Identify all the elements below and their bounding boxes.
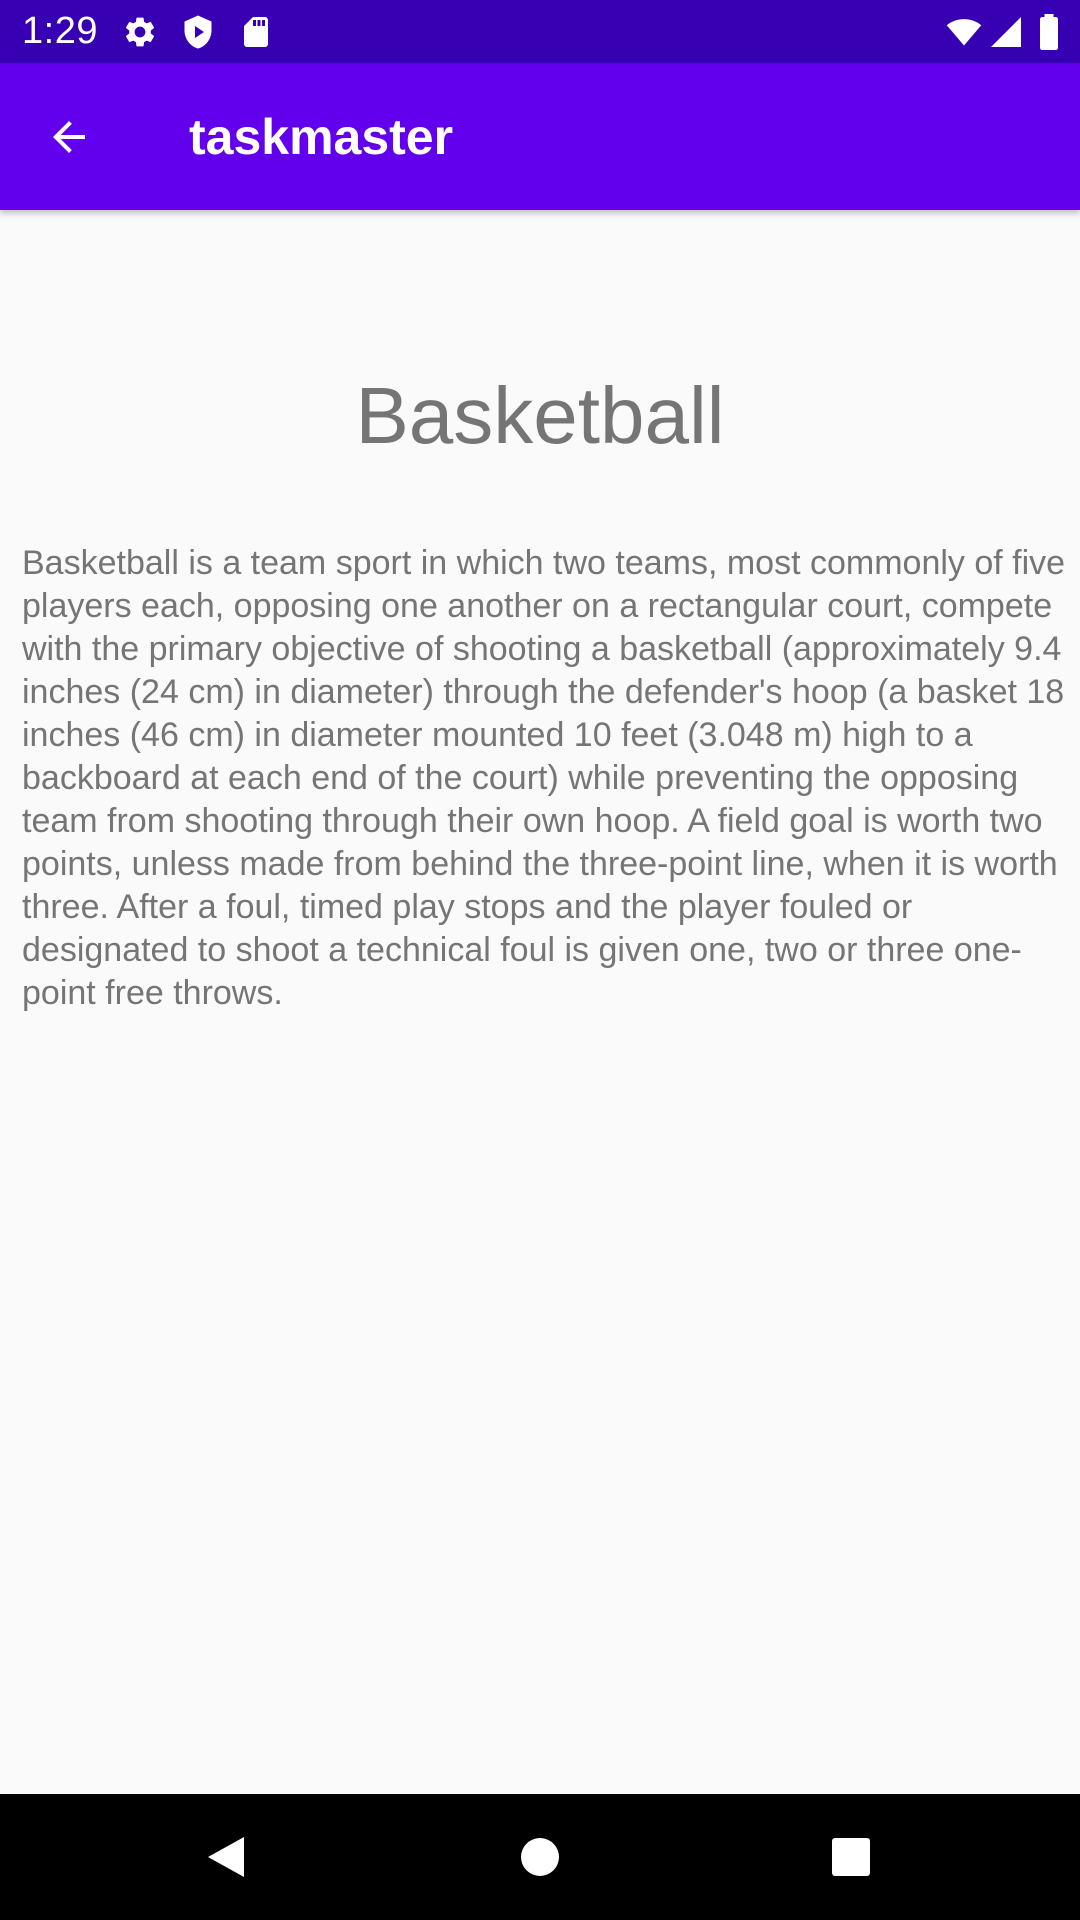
back-button[interactable] — [36, 104, 102, 170]
nav-home-button[interactable] — [510, 1827, 570, 1887]
settings-gear-icon — [122, 14, 158, 50]
wifi-icon — [944, 14, 984, 50]
task-detail: Basketball Basketball is a team sport in… — [0, 210, 1080, 1794]
nav-recents-button[interactable] — [821, 1827, 881, 1887]
arrow-back-icon — [53, 121, 85, 153]
app-bar: taskmaster — [0, 63, 1080, 210]
battery-icon — [1036, 14, 1062, 50]
cellular-signal-icon — [988, 14, 1024, 50]
nav-back-button[interactable] — [196, 1827, 256, 1887]
back-triangle-icon — [208, 1837, 244, 1877]
home-circle-icon — [521, 1838, 559, 1876]
app-title: taskmaster — [189, 109, 454, 165]
status-time: 1:29 — [22, 10, 98, 52]
sd-card-icon — [238, 14, 274, 50]
task-body: Basketball is a team sport in which two … — [22, 544, 1066, 1012]
recents-square-icon — [832, 1838, 870, 1876]
status-bar: 1:29 — [0, 0, 1080, 63]
navigation-bar — [0, 1794, 1080, 1920]
task-title: Basketball — [355, 371, 725, 460]
shield-play-icon — [180, 14, 216, 50]
screen: 1:29 taskmaster Basketball Basketball is… — [0, 0, 1080, 1920]
